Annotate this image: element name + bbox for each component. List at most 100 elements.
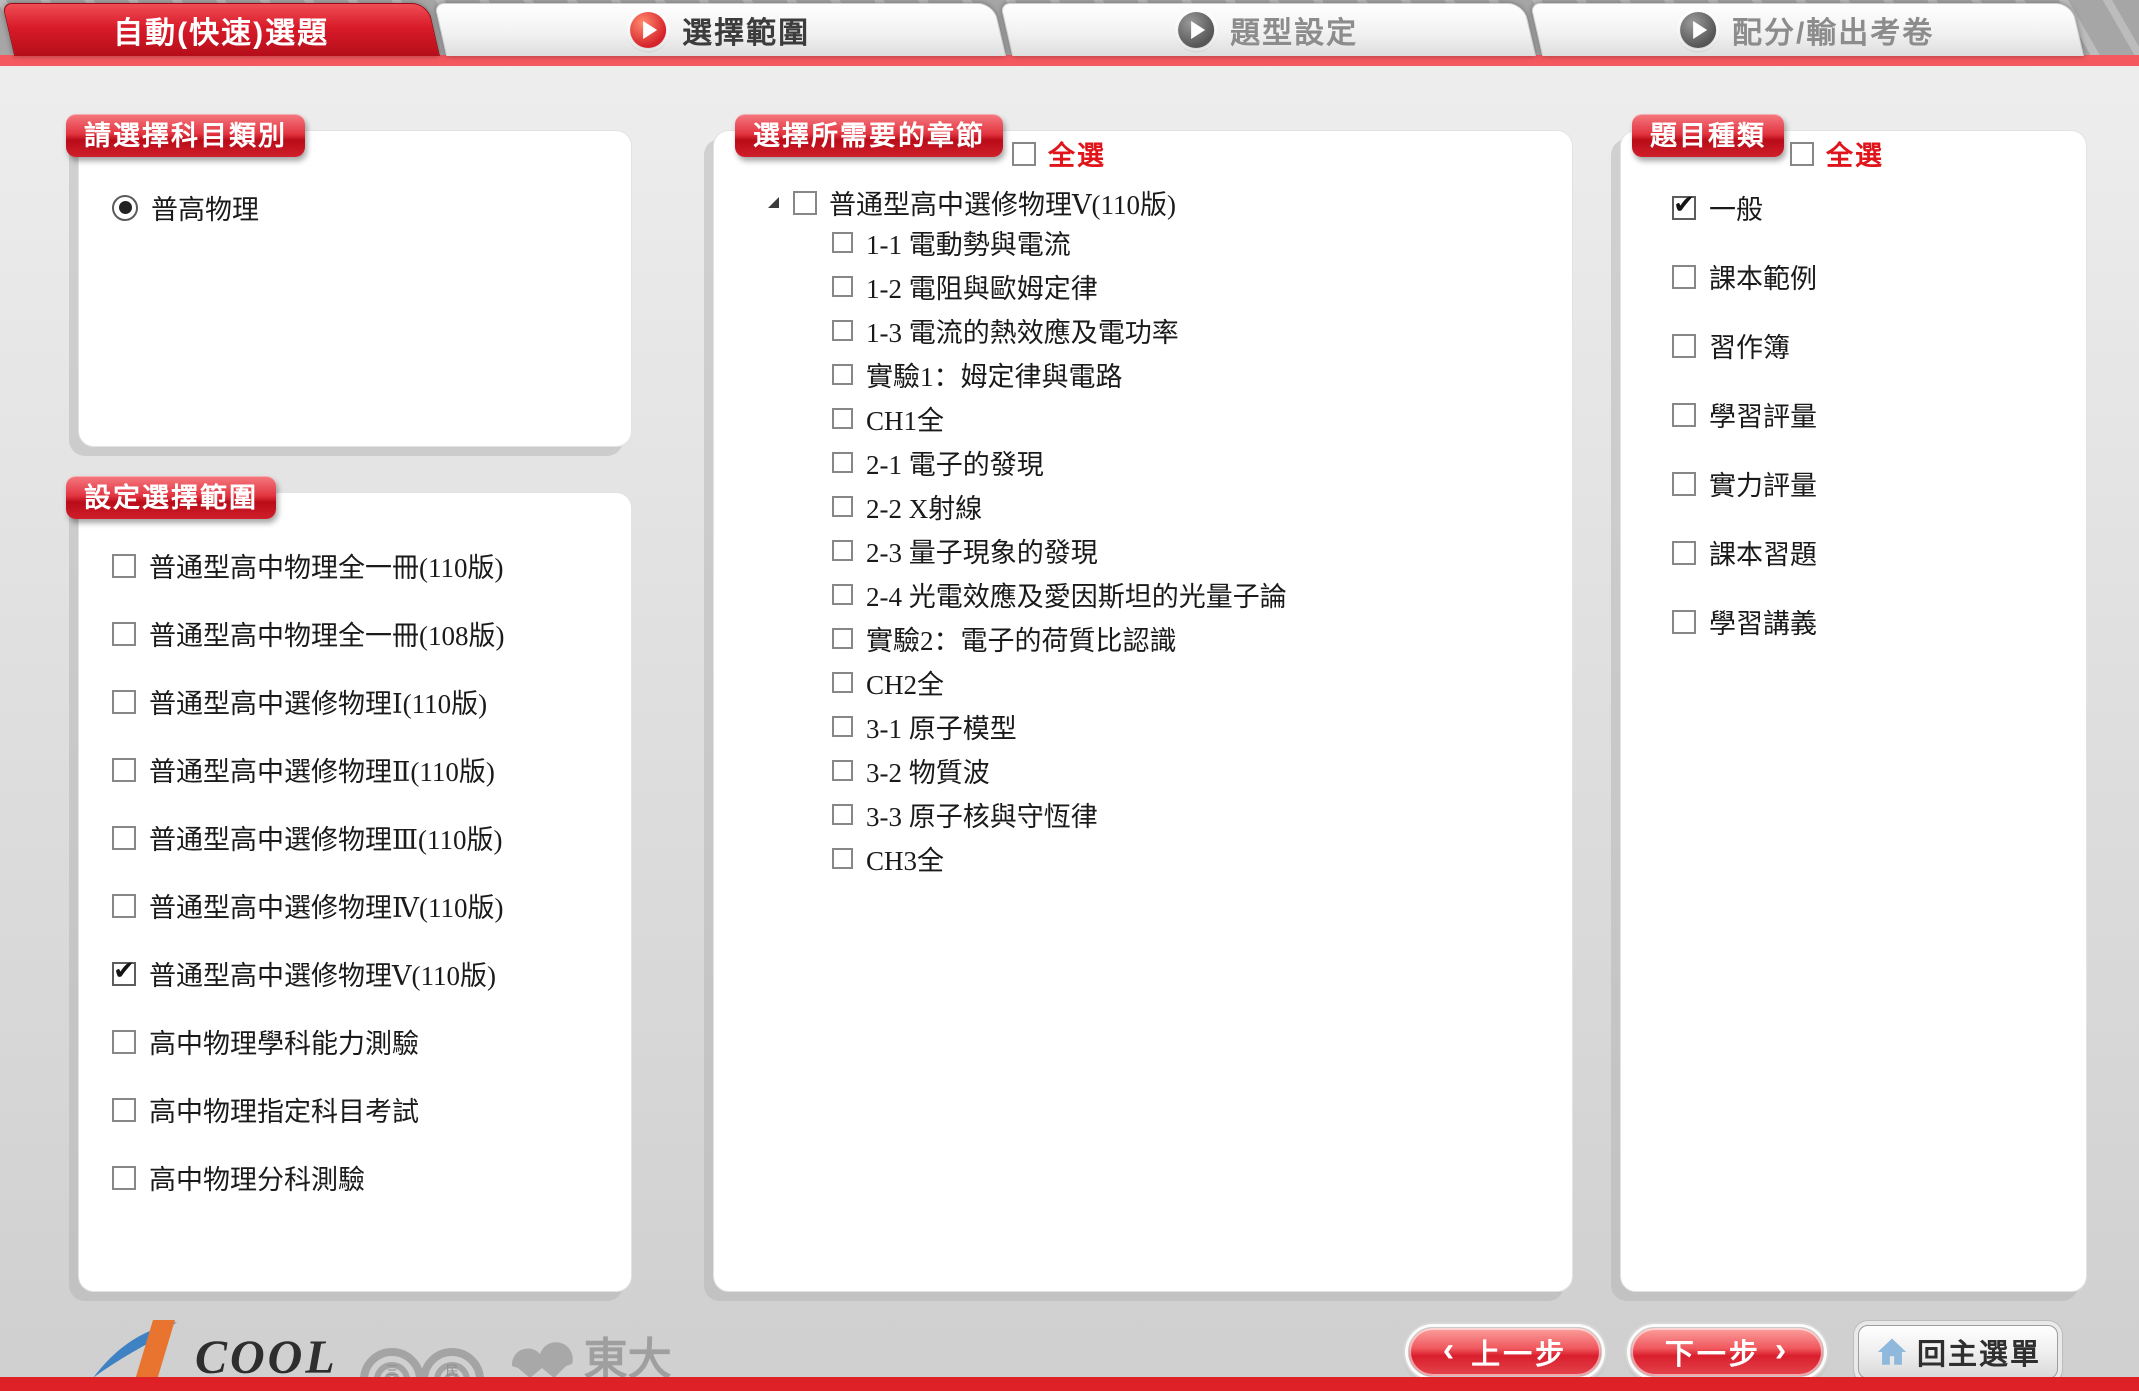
checkbox-checked[interactable] [112, 962, 136, 986]
chevron-right-icon: › [1775, 1333, 1789, 1367]
checkbox-label[interactable]: 學習評量 [1709, 395, 1817, 434]
select-all-checkbox[interactable] [1790, 142, 1814, 166]
tab-select-range[interactable]: 選擇範圍 [434, 3, 1006, 56]
tree-expand-icon[interactable] [768, 197, 779, 208]
checkbox[interactable] [832, 408, 853, 429]
checkbox[interactable] [1672, 472, 1696, 496]
checkbox[interactable] [112, 894, 136, 918]
checkbox-label[interactable]: CH3全 [866, 839, 944, 878]
checkbox-row: CH3全 [832, 839, 1287, 878]
checkbox[interactable] [832, 672, 853, 693]
checkbox[interactable] [112, 622, 136, 646]
checkbox-label[interactable]: 普通型高中選修物理Ⅲ(110版) [149, 818, 503, 857]
checkbox[interactable] [832, 320, 853, 341]
checkbox-checked[interactable] [1672, 196, 1696, 220]
checkbox[interactable] [832, 760, 853, 781]
checkbox-label[interactable]: 普通型高中物理全一冊(108版) [149, 614, 504, 653]
checkbox-label[interactable]: 普通型高中選修物理Ⅱ(110版) [149, 750, 495, 789]
checkbox-label[interactable]: CH1全 [866, 399, 944, 438]
checkbox[interactable] [832, 540, 853, 561]
checkbox-label[interactable]: 2-3 量子現象的發現 [866, 531, 1098, 570]
type-panel-title: 題目種類 [1632, 114, 1784, 157]
checkbox-label[interactable]: 3-2 物質波 [866, 751, 990, 790]
checkbox[interactable] [832, 496, 853, 517]
checkbox-label[interactable]: 2-4 光電效應及愛因斯坦的光量子論 [866, 575, 1287, 614]
checkbox-row: 高中物理指定科目考試 [112, 1090, 504, 1129]
checkbox-label[interactable]: 高中物理分科測驗 [149, 1158, 365, 1197]
checkbox[interactable] [832, 804, 853, 825]
radio-selected[interactable] [112, 195, 138, 221]
checkbox-row: 1-1 電動勢與電流 [832, 223, 1287, 262]
checkbox-label[interactable]: 實力評量 [1709, 464, 1817, 503]
checkbox-row: 普通型高中選修物理Ⅰ(110版) [112, 682, 504, 721]
next-step-button[interactable]: 下一步 › [1630, 1327, 1824, 1377]
bottom-red-bar [0, 1377, 2139, 1391]
checkbox-label[interactable]: 1-2 電阻與歐姆定律 [866, 267, 1098, 306]
tree-root-label[interactable]: 普通型高中選修物理Ⅴ(110版) [829, 183, 1176, 222]
checkbox-label[interactable]: 2-1 電子的發現 [866, 443, 1044, 482]
checkbox-label[interactable]: 課本習題 [1709, 533, 1817, 572]
checkbox[interactable] [832, 276, 853, 297]
home-menu-button[interactable]: 回主選單 [1858, 1325, 2058, 1379]
checkbox-row: 2-4 光電效應及愛因斯坦的光量子論 [832, 575, 1287, 614]
checkbox-label[interactable]: 課本範例 [1709, 257, 1817, 296]
checkbox-label[interactable]: 3-3 原子核與守恆律 [866, 795, 1098, 834]
checkbox[interactable] [793, 191, 817, 215]
checkbox-label[interactable]: 普通型高中物理全一冊(110版) [149, 546, 503, 585]
checkbox-label[interactable]: 1-1 電動勢與電流 [866, 223, 1071, 262]
checkbox[interactable] [112, 1166, 136, 1190]
chapter-tree-list: 1-1 電動勢與電流 1-2 電阻與歐姆定律 1-3 電流的熱效應及電功率實驗1：姆… [832, 223, 1287, 878]
checkbox[interactable] [112, 758, 136, 782]
checkbox-row: 2-2 X射線 [832, 487, 1287, 526]
checkbox-label[interactable]: 高中物理指定科目考試 [149, 1090, 419, 1129]
checkbox[interactable] [1672, 265, 1696, 289]
checkbox-row: 1-2 電阻與歐姆定律 [832, 267, 1287, 306]
checkbox[interactable] [1672, 403, 1696, 427]
tab-auto-quick-select[interactable]: 自動(快速)選題 [2, 3, 440, 56]
checkbox-label[interactable]: 實驗2：電子的荷質比認識 [866, 619, 1177, 658]
checkbox-row: 3-2 物質波 [832, 751, 1287, 790]
select-all-label[interactable]: 全選 [1048, 134, 1106, 173]
checkbox-label[interactable]: 1-3 電流的熱效應及電功率 [866, 311, 1179, 350]
previous-step-button[interactable]: ‹ 上一步 [1408, 1327, 1602, 1377]
checkbox-label[interactable]: 一般 [1709, 188, 1763, 227]
checkbox[interactable] [1672, 334, 1696, 358]
checkbox[interactable] [832, 452, 853, 473]
checkbox[interactable] [112, 554, 136, 578]
checkbox[interactable] [832, 364, 853, 385]
checkbox-label[interactable]: 普通型高中選修物理Ⅴ(110版) [149, 954, 496, 993]
checkbox-row: 2-1 電子的發現 [832, 443, 1287, 482]
checkbox[interactable] [1672, 541, 1696, 565]
checkbox[interactable] [1672, 610, 1696, 634]
tab-score-output[interactable]: 配分/輸出考卷 [1530, 3, 2084, 56]
checkbox[interactable] [832, 716, 853, 737]
checkbox-label[interactable]: 2-2 X射線 [866, 487, 982, 526]
subject-panel-title: 請選擇科目類別 [66, 114, 305, 157]
checkbox[interactable] [832, 584, 853, 605]
radio-label[interactable]: 普高物理 [151, 188, 259, 227]
checkbox-label[interactable]: CH2全 [866, 663, 944, 702]
checkbox-label[interactable]: 高中物理學科能力測驗 [149, 1022, 419, 1061]
checkbox[interactable] [112, 826, 136, 850]
tab-label: 選擇範圍 [682, 8, 810, 52]
checkbox[interactable] [832, 848, 853, 869]
next-step-label: 下一步 [1665, 1331, 1761, 1373]
checkbox-label[interactable]: 習作簿 [1709, 326, 1790, 365]
checkbox-row: 高中物理分科測驗 [112, 1158, 504, 1197]
checkbox-label[interactable]: 普通型高中選修物理Ⅰ(110版) [149, 682, 487, 721]
select-all-label[interactable]: 全選 [1826, 134, 1884, 173]
checkbox[interactable] [832, 628, 853, 649]
checkbox-label[interactable]: 學習講義 [1709, 602, 1817, 641]
chapter-select-all: 全選 [1012, 134, 1106, 173]
chapter-panel-title: 選擇所需要的章節 [735, 114, 1003, 157]
checkbox-label[interactable]: 3-1 原子模型 [866, 707, 1017, 746]
checkbox[interactable] [112, 690, 136, 714]
checkbox-row: 實力評量 [1672, 464, 1817, 503]
checkbox[interactable] [112, 1030, 136, 1054]
checkbox-label[interactable]: 普通型高中選修物理Ⅳ(110版) [149, 886, 503, 925]
select-all-checkbox[interactable] [1012, 142, 1036, 166]
checkbox[interactable] [112, 1098, 136, 1122]
checkbox[interactable] [832, 232, 853, 253]
tab-question-type-setting[interactable]: 題型設定 [1000, 3, 1536, 56]
checkbox-label[interactable]: 實驗1：姆定律與電路 [866, 355, 1123, 394]
